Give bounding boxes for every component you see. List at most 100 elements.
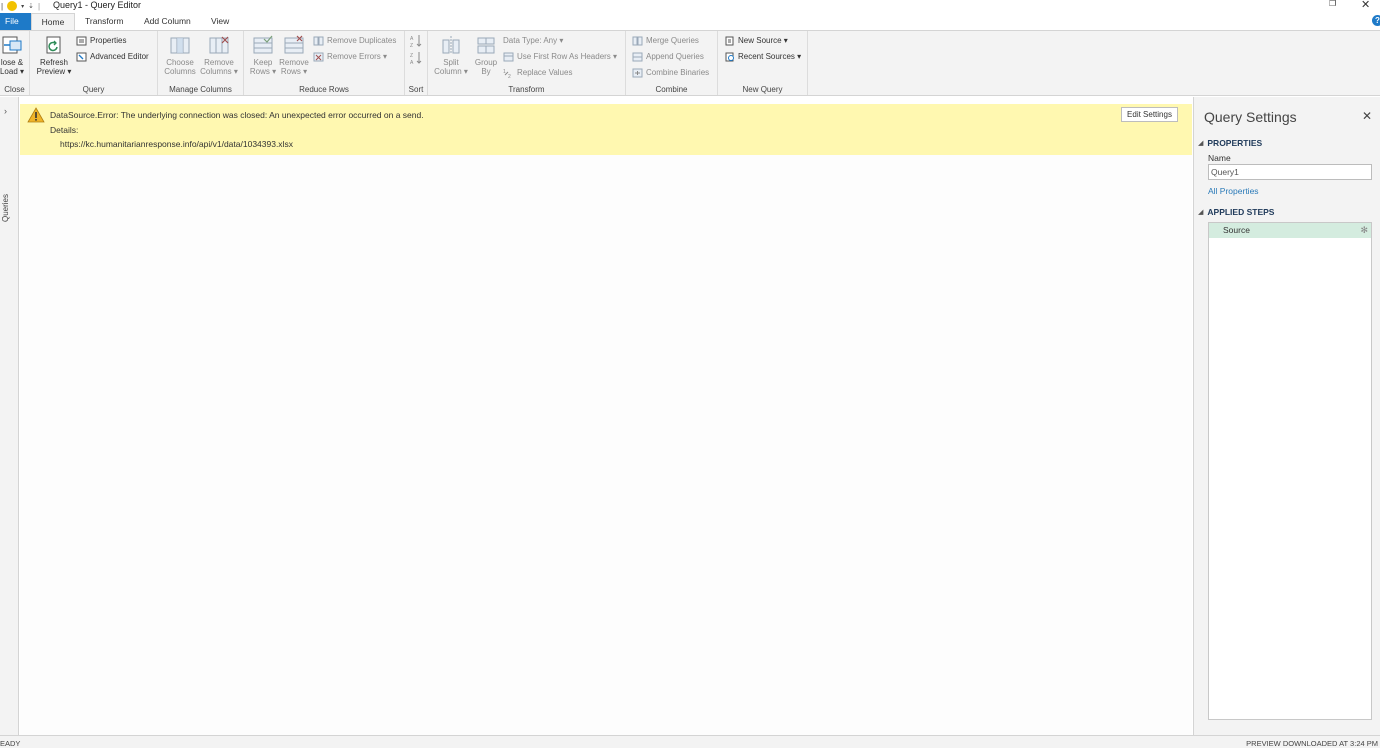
ribbon: lose & Load ▾ Close Refresh Preview ▾ Pr… xyxy=(0,30,1380,96)
reduce-rows-group-label: Reduce Rows xyxy=(299,85,349,94)
step-source[interactable]: Source ✻ xyxy=(1209,223,1371,238)
sort-ascending-icon[interactable]: AZ xyxy=(410,34,423,48)
transform-group: Split Column ▾ Group By Data Type: Any ▾… xyxy=(428,31,626,95)
status-bar: EADY PREVIEW DOWNLOADED AT 3:24 PM xyxy=(0,735,1380,748)
collapse-triangle-icon: ◢ xyxy=(1198,209,1204,216)
remove-duplicates-button[interactable]: Remove Duplicates xyxy=(313,34,396,47)
step-settings-gear-icon[interactable]: ✻ xyxy=(1360,223,1368,238)
merge-queries-icon xyxy=(632,36,643,45)
customize-qat-icon[interactable]: ⇣ xyxy=(28,2,34,10)
tab-add-column[interactable]: Add Column xyxy=(136,13,199,30)
svg-text:A: A xyxy=(410,60,414,65)
qat-separator: | xyxy=(1,1,4,11)
choose-columns-button[interactable]: Choose Columns xyxy=(162,34,198,76)
error-url: https://kc.humanitarianresponse.info/api… xyxy=(60,139,293,149)
remove-columns-button[interactable]: Remove Columns ▾ xyxy=(200,34,238,76)
smiley-icon[interactable] xyxy=(7,1,18,11)
properties-heading[interactable]: ◢ PROPERTIES xyxy=(1198,138,1262,148)
tab-home[interactable]: Home xyxy=(31,13,75,30)
quick-access-toolbar: | ▾ ⇣ | xyxy=(0,0,40,12)
query-group-label: Query xyxy=(82,85,105,94)
close-window-icon[interactable]: ✕ xyxy=(1361,0,1370,11)
window-title: Query1 - Query Editor xyxy=(53,0,142,10)
append-queries-button[interactable]: Append Queries xyxy=(632,50,704,63)
qat-divider: | xyxy=(37,1,41,11)
new-query-group-label: New Query xyxy=(742,85,783,94)
group-by-button[interactable]: Group By xyxy=(470,34,502,76)
manage-columns-group-label: Manage Columns xyxy=(169,85,232,94)
refresh-icon xyxy=(46,36,61,54)
properties-button[interactable]: Properties xyxy=(76,34,126,47)
recent-sources-button[interactable]: Recent Sources ▾ xyxy=(724,50,801,63)
edit-settings-button[interactable]: Edit Settings xyxy=(1121,107,1178,122)
close-query-settings-icon[interactable]: ✕ xyxy=(1362,109,1372,123)
query-settings-pane: Query Settings ✕ ◢ PROPERTIES Name All P… xyxy=(1193,97,1380,735)
manage-columns-group: Choose Columns Remove Columns ▾ Manage C… xyxy=(158,31,244,95)
query-name-input[interactable] xyxy=(1208,164,1372,180)
keep-rows-icon xyxy=(253,35,273,54)
advanced-editor-button[interactable]: Advanced Editor xyxy=(76,50,149,63)
close-load-button[interactable]: lose & Load ▾ xyxy=(0,34,28,76)
status-ready: EADY xyxy=(0,739,21,748)
applied-steps-list: Source ✻ xyxy=(1208,222,1372,720)
append-queries-icon xyxy=(632,52,643,61)
close-group: lose & Load ▾ Close xyxy=(0,31,30,95)
error-details-label: Details: xyxy=(50,125,79,135)
sort-descending-icon[interactable]: ZA xyxy=(410,51,423,65)
tab-view[interactable]: View xyxy=(203,13,237,30)
reduce-rows-group: Keep Rows ▾ Remove Rows ▾ Remove Duplica… xyxy=(244,31,405,95)
transform-group-label: Transform xyxy=(508,85,545,94)
error-banner: DataSource.Error: The underlying connect… xyxy=(20,104,1192,155)
replace-values-button[interactable]: 12 Replace Values xyxy=(503,66,572,79)
sort-group-label: Sort xyxy=(408,85,424,94)
new-source-button[interactable]: New Source ▾ xyxy=(724,34,788,47)
advanced-editor-icon xyxy=(76,52,87,61)
error-message: DataSource.Error: The underlying connect… xyxy=(50,110,424,120)
collapse-triangle-icon: ◢ xyxy=(1198,140,1204,147)
tab-file[interactable]: File xyxy=(0,13,31,30)
choose-columns-icon xyxy=(170,37,190,54)
replace-values-icon: 12 xyxy=(503,69,511,78)
use-first-row-headers-button[interactable]: Use First Row As Headers ▾ xyxy=(503,50,617,63)
name-label: Name xyxy=(1208,153,1231,163)
data-preview-area[interactable] xyxy=(20,155,1192,735)
svg-text:Z: Z xyxy=(410,43,413,48)
close-load-icon xyxy=(2,36,22,54)
remove-rows-icon xyxy=(284,35,304,54)
expand-queries-icon[interactable]: › xyxy=(4,106,7,116)
queries-pane-label: Queries xyxy=(1,193,10,222)
dropdown-arrow-icon[interactable]: ▾ xyxy=(21,3,24,10)
svg-text:2: 2 xyxy=(508,74,511,78)
split-column-icon xyxy=(442,36,460,54)
combine-group-label: Combine xyxy=(655,85,688,94)
query-settings-title: Query Settings xyxy=(1204,109,1297,125)
remove-errors-button[interactable]: Remove Errors ▾ xyxy=(313,50,387,63)
status-preview-time: PREVIEW DOWNLOADED AT 3:24 PM xyxy=(1246,739,1378,748)
ribbon-tabs: File Home Transform Add Column View xyxy=(0,12,1380,30)
tab-transform[interactable]: Transform xyxy=(77,13,131,30)
group-by-icon xyxy=(477,37,495,54)
remove-columns-icon xyxy=(209,36,229,54)
properties-icon xyxy=(76,36,87,45)
remove-duplicates-icon xyxy=(313,36,324,45)
recent-sources-icon xyxy=(725,52,734,61)
merge-queries-button[interactable]: Merge Queries xyxy=(632,34,699,47)
refresh-preview-button[interactable]: Refresh Preview ▾ xyxy=(36,34,72,76)
restore-icon[interactable]: ❐ xyxy=(1329,0,1338,8)
applied-steps-heading[interactable]: ◢ APPLIED STEPS xyxy=(1198,207,1274,217)
sort-group: AZ ZA Sort xyxy=(405,31,428,95)
split-column-button[interactable]: Split Column ▾ xyxy=(432,34,470,76)
combine-binaries-icon xyxy=(632,68,643,77)
all-properties-link[interactable]: All Properties xyxy=(1208,186,1259,196)
title-bar: | ▾ ⇣ | Query1 - Query Editor ❐ ✕ xyxy=(0,0,1380,12)
table-headers-icon xyxy=(503,52,514,61)
help-icon[interactable]: ? xyxy=(1372,15,1380,26)
remove-rows-button[interactable]: Remove Rows ▾ xyxy=(278,34,310,76)
keep-rows-button[interactable]: Keep Rows ▾ xyxy=(247,34,279,76)
queries-pane[interactable]: › Queries xyxy=(0,97,19,735)
warning-icon xyxy=(27,107,45,123)
combine-binaries-button[interactable]: Combine Binaries xyxy=(632,66,709,79)
data-type-dropdown[interactable]: Data Type: Any ▾ xyxy=(503,34,563,47)
svg-text:A: A xyxy=(410,36,414,42)
new-query-group: New Source ▾ Recent Sources ▾ New Query xyxy=(718,31,808,95)
